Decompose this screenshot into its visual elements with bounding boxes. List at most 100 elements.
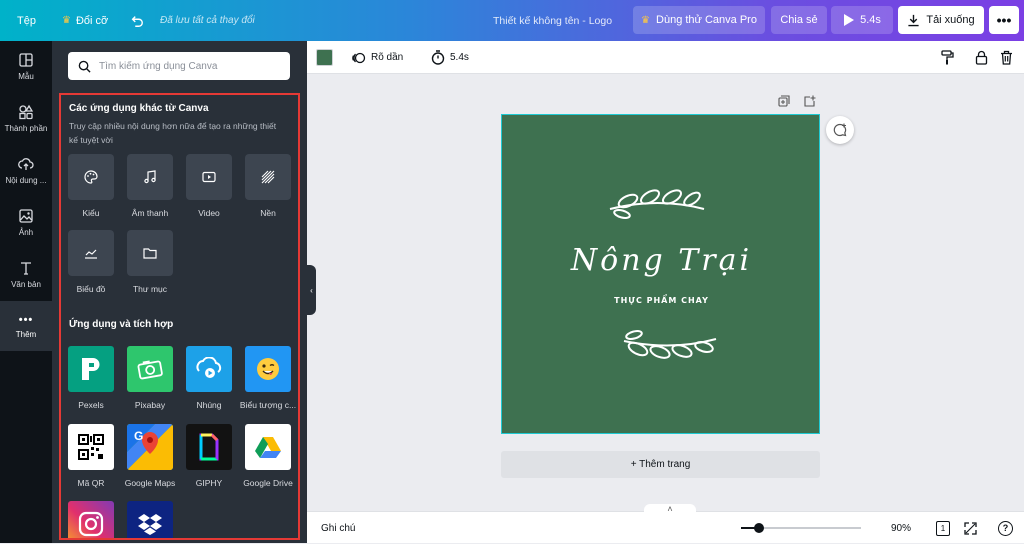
zoom-slider[interactable] [741, 512, 861, 544]
nav-uploads-label: Nội dung ... [5, 175, 47, 185]
share-button[interactable]: Chia sẻ [771, 6, 827, 34]
page-count-text: 1 [940, 523, 946, 533]
nav-templates[interactable]: Mẫu [0, 41, 52, 91]
color-picker-button[interactable] [316, 41, 333, 74]
app-giphy-label: GIPHY [195, 478, 223, 488]
help-button[interactable]: ? [998, 512, 1013, 544]
nav-elements[interactable]: Thành phần [0, 93, 52, 143]
animation-label: Rõ dần [371, 52, 404, 63]
bottom-bar: ˄ Ghi chú 90% 1 ? [307, 504, 1024, 544]
app-qr-tile[interactable] [68, 424, 114, 470]
nav-photos[interactable]: Ảnh [0, 197, 52, 247]
pixabay-camera-icon [137, 360, 163, 380]
timing-button[interactable]: 5.4s [431, 41, 469, 74]
fullscreen-button[interactable] [964, 512, 977, 544]
elements-icon [19, 104, 34, 119]
app-pixabay-tile[interactable] [127, 346, 173, 392]
apps-list-container: Các ứng dụng khác từ Canva Truy cập nhiề… [59, 93, 300, 540]
app-giphy-tile[interactable] [186, 424, 232, 470]
nav-templates-label: Mẫu [18, 71, 34, 81]
share-label: Chia sẻ [780, 14, 818, 26]
tool-styles-tile[interactable] [68, 154, 114, 200]
app-search-box[interactable] [68, 52, 290, 80]
document-title[interactable]: Thiết kế không tên - Logo [493, 0, 612, 41]
section-integrations-title: Ứng dụng và tích hợp [69, 319, 174, 330]
app-instagram-tile[interactable] [68, 501, 114, 538]
lock-icon [975, 50, 988, 65]
nav-text-label: Văn bản [11, 279, 41, 289]
laurel-top-icon [609, 189, 705, 219]
nav-uploads[interactable]: Nội dung ... [0, 145, 52, 195]
notes-button[interactable]: Ghi chú [321, 512, 355, 544]
file-menu-button[interactable]: Tệp [17, 0, 36, 41]
more-icon: ••• [18, 313, 34, 326]
zoom-level[interactable]: 90% [891, 512, 911, 544]
chevron-up-icon: ˄ [667, 504, 673, 514]
animate-button[interactable]: Rõ dần [352, 41, 403, 74]
more-options-button[interactable]: ••• [989, 6, 1019, 34]
photo-icon [19, 208, 33, 223]
copy-style-button[interactable] [940, 41, 954, 74]
color-swatch [316, 49, 333, 66]
play-button[interactable]: 5.4s [831, 6, 893, 34]
tool-background-tile[interactable] [245, 154, 291, 200]
app-pexels-tile[interactable] [68, 346, 114, 392]
duplicate-page-icon[interactable] [778, 95, 790, 107]
app-search-input[interactable] [99, 60, 279, 72]
page-count-button[interactable]: 1 [936, 512, 950, 544]
app-embed-tile[interactable] [186, 346, 232, 392]
add-page-icon[interactable] [804, 95, 816, 107]
tool-folders-tile[interactable] [127, 230, 173, 276]
app-qr-label: Mã QR [77, 478, 105, 488]
nav-text[interactable]: Văn bản [0, 249, 52, 299]
tool-video-tile[interactable] [186, 154, 232, 200]
download-button[interactable]: Tải xuống [898, 6, 984, 34]
section-canva-apps-desc: Truy cập nhiều nội dung hơn nữa để tạo r… [69, 121, 277, 145]
resize-button[interactable]: ♛ Đổi cỡ [62, 0, 108, 41]
app-dropbox-tile[interactable] [127, 501, 173, 538]
crown-icon: ♛ [62, 15, 71, 26]
download-icon [908, 14, 919, 26]
app-emoji-tile[interactable] [245, 346, 291, 392]
design-canvas[interactable]: Nông Trại THỰC PHẨM CHAY [501, 114, 820, 434]
add-page-label: + Thêm trang [630, 459, 691, 470]
undo-icon [131, 15, 143, 27]
nav-more-label: Thêm [15, 329, 37, 339]
editor-toolbar: Rõ dần 5.4s [307, 41, 1024, 74]
save-status: Đã lưu tất cả thay đổi [160, 0, 255, 41]
document-title-text: Thiết kế không tên - Logo [493, 14, 613, 27]
app-emoji-label: Biểu tượng c... [239, 400, 297, 410]
try-pro-label: Dùng thử Canva Pro [656, 14, 757, 26]
play-duration: 5.4s [860, 14, 881, 26]
nav-photos-label: Ảnh [18, 227, 34, 237]
zoom-slider-handle[interactable] [754, 523, 764, 533]
laurel-bottom-icon [623, 330, 717, 359]
play-icon [844, 14, 855, 26]
delete-button[interactable] [1000, 41, 1013, 74]
tool-video-label: Video [198, 208, 220, 218]
app-google-drive-tile[interactable] [245, 424, 291, 470]
tool-charts-tile[interactable] [68, 230, 114, 276]
collapse-panel-button[interactable]: ‹ [307, 265, 316, 315]
tool-charts-label: Biểu đồ [76, 284, 106, 294]
video-icon [202, 171, 216, 183]
page-count-box: 1 [936, 520, 950, 536]
folder-icon [143, 248, 157, 259]
try-pro-button[interactable]: ♛ Dùng thử Canva Pro [633, 6, 765, 34]
design-title: Nông Trại [570, 243, 753, 278]
comment-plus-icon [833, 123, 847, 137]
google-drive-icon [255, 437, 281, 458]
embed-icon [196, 357, 222, 378]
text-icon [21, 261, 31, 275]
app-google-maps-tile[interactable]: G [127, 424, 173, 470]
tool-audio-tile[interactable] [127, 154, 173, 200]
pexels-logo-icon [82, 358, 100, 380]
dropbox-icon [138, 514, 162, 535]
add-page-button[interactable]: + Thêm trang [501, 451, 820, 478]
add-comment-button[interactable] [826, 116, 854, 144]
nav-more[interactable]: ••• Thêm [0, 301, 52, 351]
fullscreen-icon [964, 521, 977, 535]
expand-pages-button[interactable]: ˄ [644, 504, 696, 514]
lock-button[interactable] [975, 41, 988, 74]
undo-button[interactable] [130, 0, 144, 41]
